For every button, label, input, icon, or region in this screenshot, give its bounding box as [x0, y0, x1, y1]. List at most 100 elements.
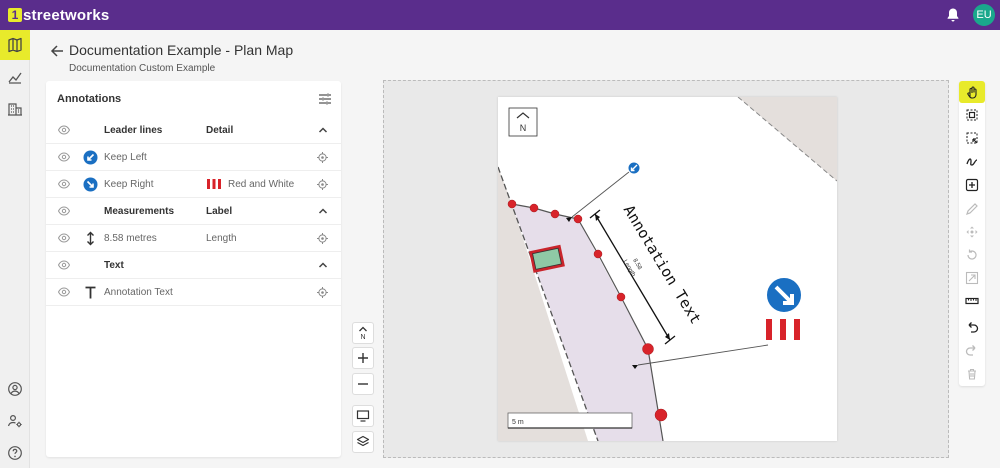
north-reset-button[interactable]: N	[352, 322, 374, 344]
visibility-eye-icon[interactable]	[58, 152, 70, 162]
group-column-header: Label	[206, 206, 233, 217]
annotation-label: Keep Left	[104, 152, 147, 163]
select-box-icon	[966, 109, 978, 121]
panel-title: Annotations	[57, 93, 122, 105]
tool-measure[interactable]	[959, 290, 985, 312]
map-node	[642, 343, 654, 355]
scale-bar	[507, 412, 633, 429]
plan-map-sheet[interactable]: 8.58 Length Annotation Text N 5 m	[498, 97, 837, 441]
annotation-label: Annotation Text	[104, 287, 173, 298]
visibility-eye-icon[interactable]	[58, 125, 70, 135]
tool-resize[interactable]	[959, 267, 985, 289]
nav-buildings[interactable]	[0, 94, 30, 124]
visibility-eye-icon[interactable]	[58, 287, 70, 297]
layers-icon	[356, 435, 370, 447]
display-mode-button[interactable]	[352, 405, 374, 427]
annotation-row-measurement[interactable]: 8.58 metres Length	[46, 225, 341, 252]
tool-pan[interactable]	[959, 81, 985, 103]
annotation-label: Keep Right	[104, 179, 154, 190]
back-arrow-icon[interactable]	[50, 44, 64, 58]
trash-icon	[968, 368, 976, 380]
filter-settings-icon[interactable]	[318, 92, 332, 106]
resize-icon	[965, 271, 979, 285]
zoom-out-button[interactable]	[352, 373, 374, 395]
tool-select[interactable]	[959, 104, 985, 126]
group-row-text[interactable]: Text	[46, 252, 341, 279]
measure-icon	[87, 231, 94, 246]
ruler-icon	[965, 297, 979, 305]
annotations-panel: Annotations Leader lines Detail Keep Lef…	[46, 81, 341, 457]
tool-edit[interactable]	[959, 198, 985, 220]
group-column-header: Detail	[206, 125, 234, 136]
user-avatar[interactable]: EU	[973, 4, 995, 26]
tool-undo[interactable]	[959, 316, 985, 338]
nav-analytics[interactable]	[0, 62, 30, 92]
plan-map-drawing: 8.58 Length Annotation Text N 5 m	[498, 97, 837, 441]
visibility-eye-icon[interactable]	[58, 233, 70, 243]
tool-redo[interactable]	[959, 339, 985, 361]
tool-rotate[interactable]	[959, 244, 985, 266]
tool-move[interactable]	[959, 221, 985, 243]
pencil-icon	[966, 203, 978, 215]
annotation-text-label: Annotation Text	[620, 202, 705, 327]
annotation-row-keep-left[interactable]: Keep Left	[46, 144, 341, 171]
tool-freehand[interactable]	[959, 150, 985, 172]
visibility-eye-icon[interactable]	[58, 206, 70, 216]
leader-line-keep-right	[637, 344, 769, 366]
group-name: Text	[104, 260, 124, 271]
nav-help[interactable]	[0, 438, 30, 468]
zoom-in-button[interactable]	[352, 347, 374, 369]
chart-line-icon	[8, 72, 22, 84]
map-node	[654, 408, 668, 422]
locate-target-icon[interactable]	[317, 287, 328, 298]
left-nav	[0, 30, 30, 468]
page-title: Documentation Example - Plan Map	[69, 42, 294, 58]
group-name: Leader lines	[104, 125, 163, 136]
map-node	[529, 203, 539, 213]
tool-delete[interactable]	[959, 363, 985, 385]
chevron-up-icon[interactable]	[318, 125, 328, 135]
tool-add[interactable]	[959, 174, 985, 196]
annotation-row-keep-right[interactable]: Keep Right Red and White	[46, 171, 341, 198]
map-node	[616, 292, 626, 302]
locate-target-icon[interactable]	[317, 233, 328, 244]
map-icon	[8, 37, 22, 53]
visibility-eye-icon[interactable]	[58, 179, 70, 189]
scale-label: 5 m	[512, 419, 524, 426]
chevron-up-icon[interactable]	[318, 206, 328, 216]
logo-mark: 1	[8, 8, 22, 22]
tool-select-area[interactable]	[959, 127, 985, 149]
annotation-detail: Red and White	[228, 179, 295, 190]
visibility-eye-icon[interactable]	[58, 260, 70, 270]
red-bar	[780, 319, 786, 340]
locate-target-icon[interactable]	[317, 152, 328, 163]
page-subtitle: Documentation Custom Example	[69, 63, 216, 74]
group-row-measurements[interactable]: Measurements Label	[46, 198, 341, 225]
keep-left-sign	[627, 161, 641, 175]
app-logo[interactable]: 1 streetworks	[8, 7, 109, 24]
hand-pointer-icon	[967, 86, 977, 99]
chevron-up-icon[interactable]	[318, 260, 328, 270]
building-icon	[8, 103, 22, 116]
logo-text: streetworks	[23, 6, 110, 24]
nav-account[interactable]	[0, 374, 30, 404]
map-canvas-area[interactable]: 8.58 Length Annotation Text N 5 m	[383, 80, 949, 458]
map-node	[550, 209, 560, 219]
group-row-leader-lines[interactable]: Leader lines Detail	[46, 117, 341, 144]
annotation-row-text[interactable]: Annotation Text	[46, 279, 341, 306]
nav-user-settings[interactable]	[0, 406, 30, 436]
freehand-draw-icon	[966, 158, 978, 166]
red-bar	[766, 319, 772, 340]
notification-bell-icon[interactable]	[945, 7, 961, 23]
select-area-icon	[966, 132, 978, 144]
map-node	[593, 249, 603, 259]
top-bar: 1 streetworks EU	[0, 0, 1000, 30]
locate-target-icon[interactable]	[317, 179, 328, 190]
user-settings-icon	[7, 414, 22, 428]
red-white-bars-icon	[207, 179, 221, 189]
move-arrows-icon	[966, 226, 978, 238]
layers-button[interactable]	[352, 431, 374, 453]
nav-map[interactable]	[0, 30, 30, 60]
text-icon	[85, 286, 96, 299]
minus-icon	[358, 383, 368, 385]
